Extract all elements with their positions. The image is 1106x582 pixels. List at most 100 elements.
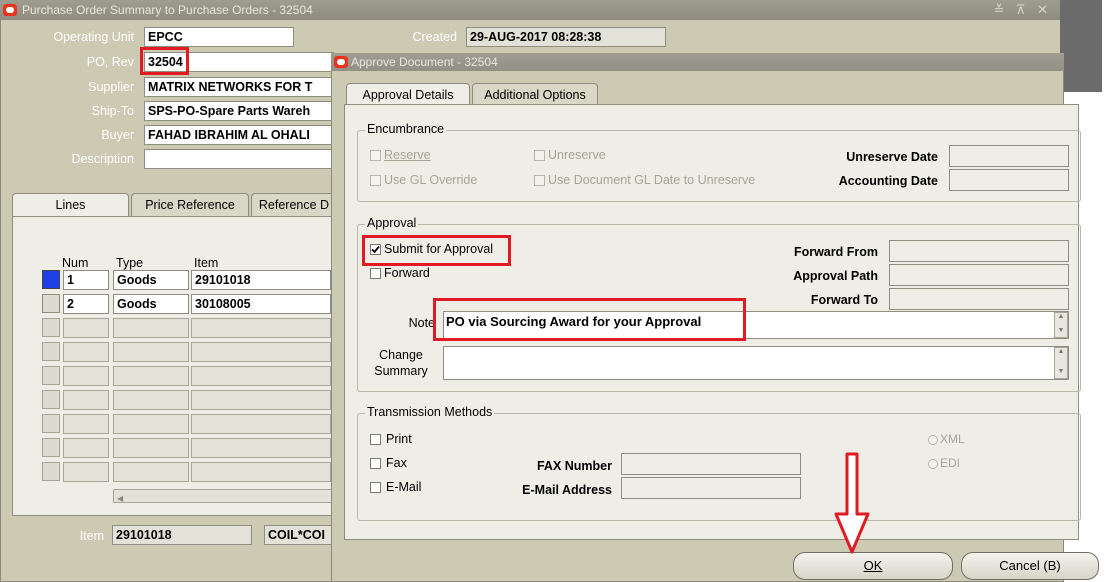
table-row-item[interactable]: 29101018 [191,270,331,290]
edi-radio[interactable] [928,459,938,469]
operating-unit-label: Operating Unit [53,30,134,44]
cancel-button[interactable]: Cancel (B) [961,552,1099,580]
row-selector-current[interactable] [42,270,60,289]
scroll-up-icon[interactable]: ▲ [1055,313,1067,321]
edi-label: EDI [940,456,961,470]
table-cell-item[interactable] [191,318,331,338]
print-checkbox[interactable] [370,434,381,445]
unreserve-checkbox[interactable] [534,150,545,161]
table-cell-num[interactable] [63,342,109,362]
row-selector[interactable] [42,294,60,313]
po-summary-titlebar[interactable]: Purchase Order Summary to Purchase Order… [0,0,1064,20]
transmission-title: Transmission Methods [365,405,495,419]
po-number-highlight [140,47,189,75]
tab-approval-details[interactable]: Approval Details [346,83,470,105]
table-cell-num[interactable] [63,390,109,410]
ok-button[interactable]: OK [793,552,953,580]
change-summary-field[interactable] [443,346,1069,380]
table-cell-type[interactable] [113,390,189,410]
row-selector[interactable] [42,414,60,433]
table-row-type[interactable]: Goods [113,270,189,290]
table-cell-type[interactable] [113,438,189,458]
fax-number-field[interactable] [621,453,801,475]
approve-document-titlebar[interactable]: Approve Document - 32504 [331,53,1064,71]
created-field[interactable]: 29-AUG-2017 08:28:38 [466,27,666,47]
tab-additional-options[interactable]: Additional Options [472,83,598,105]
note-highlight [433,298,746,341]
forward-label: Forward [384,266,430,280]
operating-unit-field[interactable]: EPCC [144,27,294,47]
table-cell-item[interactable] [191,462,331,482]
item-description-field[interactable]: COIL*COI [264,525,334,545]
note-label: Note [408,316,435,330]
table-cell-item[interactable] [191,414,331,434]
table-cell-num[interactable] [63,414,109,434]
window-controls-icon[interactable]: ≚ ⊼ ✕ [993,2,1052,18]
table-cell-type[interactable] [113,342,189,362]
row-selector[interactable] [42,438,60,457]
oracle-logo-icon [334,56,348,68]
scroll-down-icon[interactable]: ▼ [1055,368,1067,376]
reserve-label: Reserve [384,148,431,162]
xml-label: XML [940,432,965,446]
note-scrollbar[interactable]: ▲ ▼ [1054,312,1068,338]
fax-number-label: FAX Number [536,459,612,473]
ship-to-field[interactable]: SPS-PO-Spare Parts Wareh [144,101,334,121]
tab-price-reference[interactable]: Price Reference [131,193,249,217]
scroll-up-icon[interactable]: ▲ [1055,348,1067,356]
submit-highlight [362,235,511,266]
row-selector[interactable] [42,462,60,481]
buyer-field[interactable]: FAHAD IBRAHIM AL OHALI [144,125,334,145]
table-cell-num[interactable] [63,318,109,338]
item-label: Item [79,529,104,543]
forward-checkbox[interactable] [370,268,381,279]
email-checkbox[interactable] [370,482,381,493]
created-label: Created [412,30,457,44]
print-label: Print [386,432,412,446]
xml-radio[interactable] [928,435,938,445]
row-selector[interactable] [42,366,60,385]
unreserve-date-field[interactable] [949,145,1069,167]
forward-from-field[interactable] [889,240,1069,262]
item-field[interactable]: 29101018 [112,525,252,545]
table-row-type[interactable]: Goods [113,294,189,314]
reserve-checkbox[interactable] [370,150,381,161]
tab-reference-documents[interactable]: Reference D [251,193,337,217]
table-cell-type[interactable] [113,366,189,386]
accounting-date-field[interactable] [949,169,1069,191]
table-cell-item[interactable] [191,366,331,386]
change-summary-scrollbar[interactable]: ▲ ▼ [1054,347,1068,379]
table-cell-num[interactable] [63,366,109,386]
use-doc-gl-date-label: Use Document GL Date to Unreserve [548,173,756,187]
table-cell-item[interactable] [191,438,331,458]
table-cell-type[interactable] [113,318,189,338]
table-cell-item[interactable] [191,342,331,362]
approval-title: Approval [365,216,419,230]
scroll-down-icon[interactable]: ▼ [1055,327,1067,335]
row-selector[interactable] [42,390,60,409]
approval-path-field[interactable] [889,264,1069,286]
table-row-num[interactable]: 2 [63,294,109,314]
table-cell-type[interactable] [113,414,189,434]
horizontal-scrollbar[interactable]: ◀ [113,489,333,503]
forward-to-field[interactable] [889,288,1069,310]
table-cell-type[interactable] [113,462,189,482]
table-cell-num[interactable] [63,438,109,458]
scroll-left-icon[interactable]: ◀ [114,494,123,503]
supplier-field[interactable]: MATRIX NETWORKS FOR T [144,77,334,97]
use-gl-override-checkbox[interactable] [370,175,381,186]
tab-lines[interactable]: Lines [12,193,129,217]
description-field[interactable] [144,149,334,169]
po-rev-label: PO, Rev [86,55,134,69]
table-row-num[interactable]: 1 [63,270,109,290]
fax-checkbox[interactable] [370,458,381,469]
accounting-date-label: Accounting Date [838,174,938,188]
row-selector[interactable] [42,342,60,361]
use-doc-gl-date-checkbox[interactable] [534,175,545,186]
table-cell-item[interactable] [191,390,331,410]
email-address-field[interactable] [621,477,801,499]
oracle-logo-icon [3,4,17,16]
table-cell-num[interactable] [63,462,109,482]
row-selector[interactable] [42,318,60,337]
table-row-item[interactable]: 30108005 [191,294,331,314]
